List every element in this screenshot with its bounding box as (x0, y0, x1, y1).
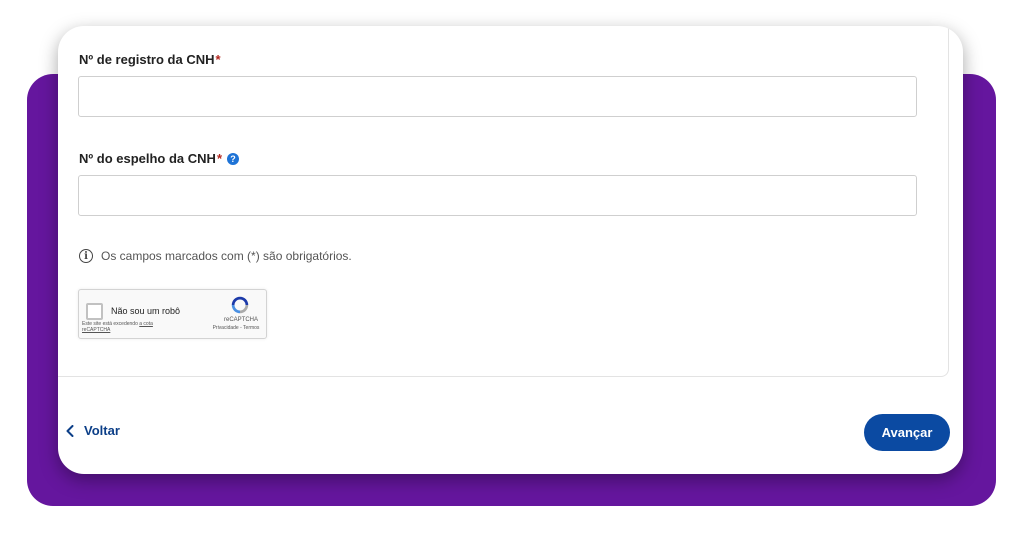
required-note-text: Os campos marcados com (*) são obrigatór… (101, 249, 352, 263)
cnh-mirror-label-text: Nº do espelho da CNH (79, 151, 216, 166)
required-mark: * (216, 151, 222, 166)
recaptcha-privacy-terms[interactable]: Privacidade - Termos (209, 325, 263, 331)
cnh-registration-input[interactable] (78, 76, 917, 117)
chevron-left-icon (66, 424, 74, 437)
recaptcha-widget: Não sou um robô Este site está excedendo… (78, 289, 267, 339)
info-icon: i (79, 249, 93, 263)
help-icon[interactable]: ? (227, 152, 239, 165)
recaptcha-label: Não sou um robô (111, 306, 181, 316)
cnh-registration-label-text: Nº de registro da CNH (79, 52, 215, 67)
required-fields-note: i Os campos marcados com (*) são obrigat… (79, 249, 352, 263)
recaptcha-quota-warning: Este site está excedendo a cota reCAPTCH… (82, 321, 177, 333)
cnh-mirror-input[interactable] (78, 175, 917, 216)
recaptcha-brand: reCAPTCHA (223, 317, 258, 323)
next-button[interactable]: Avançar (864, 414, 950, 451)
form-panel: Nº de registro da CNH * Nº do espelho da … (58, 26, 949, 377)
form-card: Nº de registro da CNH * Nº do espelho da … (58, 26, 963, 474)
cnh-registration-label: Nº de registro da CNH * (79, 52, 221, 67)
back-button-label: Voltar (84, 423, 120, 438)
recaptcha-checkbox[interactable] (86, 303, 103, 320)
required-mark: * (215, 52, 221, 67)
back-button[interactable]: Voltar (66, 423, 120, 438)
cnh-mirror-label: Nº do espelho da CNH * ? (79, 151, 239, 166)
recaptcha-logo-icon (231, 296, 249, 314)
